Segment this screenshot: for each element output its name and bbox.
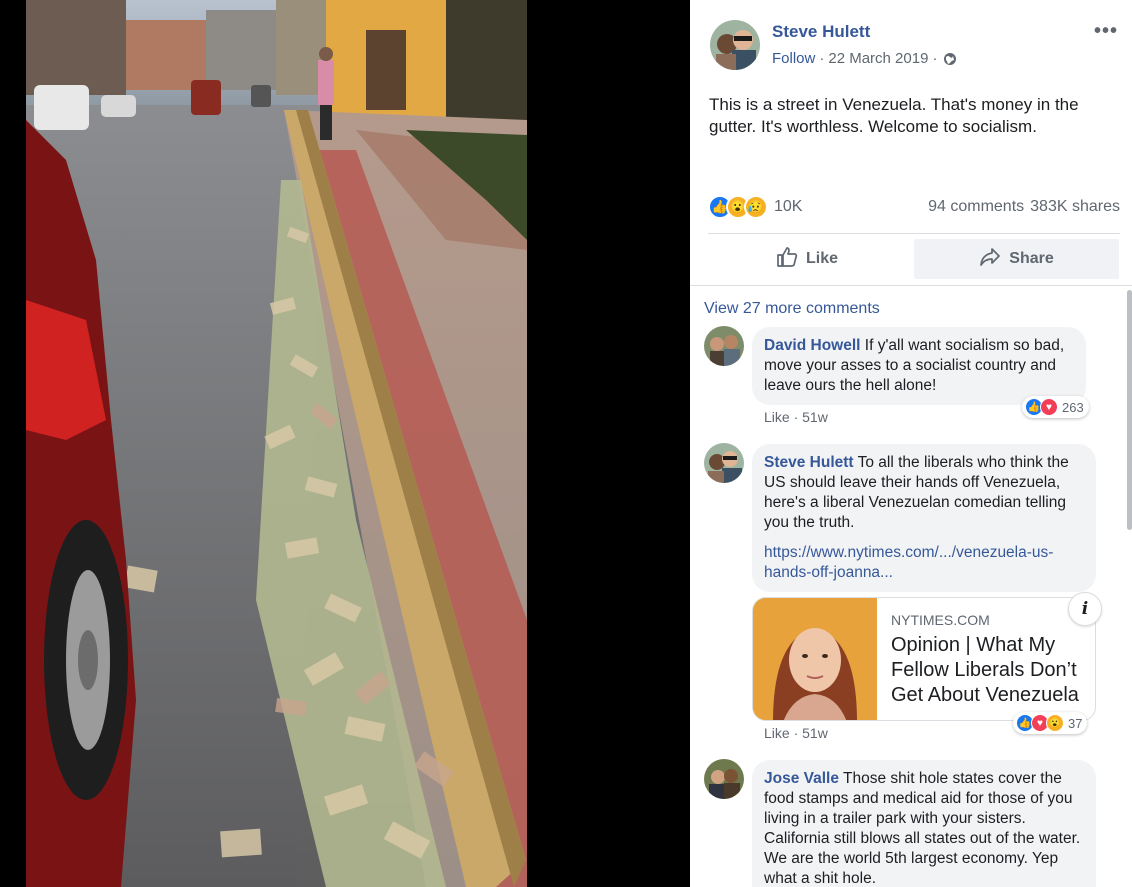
more-options-icon[interactable]: ••• (1094, 20, 1118, 43)
comment-bubble: Jose Valle Those shit hole states cover … (752, 760, 1096, 887)
comments-count-link[interactable]: 94 comments (928, 198, 1024, 216)
photo-viewer[interactable] (0, 0, 690, 887)
commenter-name-link[interactable]: David Howell (764, 337, 860, 354)
comment-reaction-count: 37 (1068, 715, 1083, 731)
divider (690, 285, 1132, 286)
street-photo-illustration (26, 0, 527, 887)
follow-link[interactable]: Follow (772, 50, 815, 67)
globe-icon[interactable] (943, 52, 957, 66)
commenter-avatar[interactable] (704, 326, 744, 366)
love-reaction-icon: ♥ (1040, 398, 1058, 416)
meta-separator: · (932, 50, 938, 67)
link-preview-card[interactable]: NYTIMES.COM Opinion | What My Fellow Lib… (752, 597, 1096, 721)
post-photo[interactable] (26, 0, 527, 887)
shares-count-link[interactable]: 383K shares (1030, 198, 1120, 216)
share-button[interactable]: Share (914, 239, 1119, 279)
divider (708, 233, 1120, 234)
reactions-row: 👍 😮 😥 10K 94 comments 383K shares (708, 193, 1120, 221)
post-stats: 94 comments 383K shares (928, 198, 1120, 216)
link-preview-domain: NYTIMES.COM (891, 612, 990, 628)
link-preview-title[interactable]: Opinion | What My Fellow Liberals Don’t … (891, 633, 1091, 708)
post-date[interactable]: 22 March 2019 (828, 50, 928, 67)
commenter-name-link[interactable]: Steve Hulett (764, 454, 854, 471)
sad-reaction-icon[interactable]: 😥 (744, 195, 768, 219)
commenter-avatar[interactable] (704, 759, 744, 799)
post-panel: Steve Hulett Follow · 22 March 2019 · ••… (690, 0, 1132, 887)
view-more-comments-link[interactable]: View 27 more comments (704, 300, 880, 318)
meta-separator: · (793, 409, 803, 425)
comments-scrollbar[interactable] (1127, 290, 1132, 530)
meta-separator: · (793, 725, 803, 741)
comment-bubble: Steve Hulett To all the liberals who thi… (752, 444, 1096, 592)
comment-like-link[interactable]: Like (764, 725, 790, 741)
comment-reactions[interactable]: 👍 ♥ 😮 37 (1013, 712, 1088, 734)
like-button[interactable]: Like (708, 239, 906, 279)
wow-reaction-icon: 😮 (1046, 714, 1064, 732)
comment-bubble: David Howell If y'all want socialism so … (752, 327, 1086, 405)
like-button-label: Like (805, 250, 838, 267)
share-button-label: Share (1009, 250, 1054, 267)
post-meta: Follow · 22 March 2019 · (772, 50, 957, 67)
comment-like-link[interactable]: Like (764, 409, 790, 425)
link-preview-image[interactable] (753, 598, 877, 720)
comment-reactions[interactable]: 👍 ♥ 263 (1022, 396, 1089, 418)
commenter-name-link[interactable]: Jose Valle (764, 770, 839, 787)
comment-reaction-count: 263 (1062, 399, 1084, 415)
author-name-link[interactable]: Steve Hulett (772, 22, 870, 42)
meta-separator: · (819, 50, 825, 67)
share-arrow-icon (979, 246, 1001, 273)
info-icon[interactable]: i (1068, 592, 1102, 626)
commenter-avatar[interactable] (704, 443, 744, 483)
author-avatar[interactable] (710, 20, 760, 70)
comment-timestamp[interactable]: 51w (802, 725, 828, 741)
reaction-count[interactable]: 10K (774, 198, 802, 216)
thumbs-up-icon (776, 246, 798, 273)
post-text: This is a street in Venezuela. That's mo… (709, 95, 1079, 136)
comment-meta: Like · 51w (764, 725, 828, 741)
comment-meta: Like · 51w (764, 409, 828, 425)
comment-text: Those shit hole states cover the food st… (764, 770, 1081, 887)
comment-url-link[interactable]: https://www.nytimes.com/.../venezuela-us… (764, 543, 1084, 583)
comment-timestamp[interactable]: 51w (802, 409, 828, 425)
